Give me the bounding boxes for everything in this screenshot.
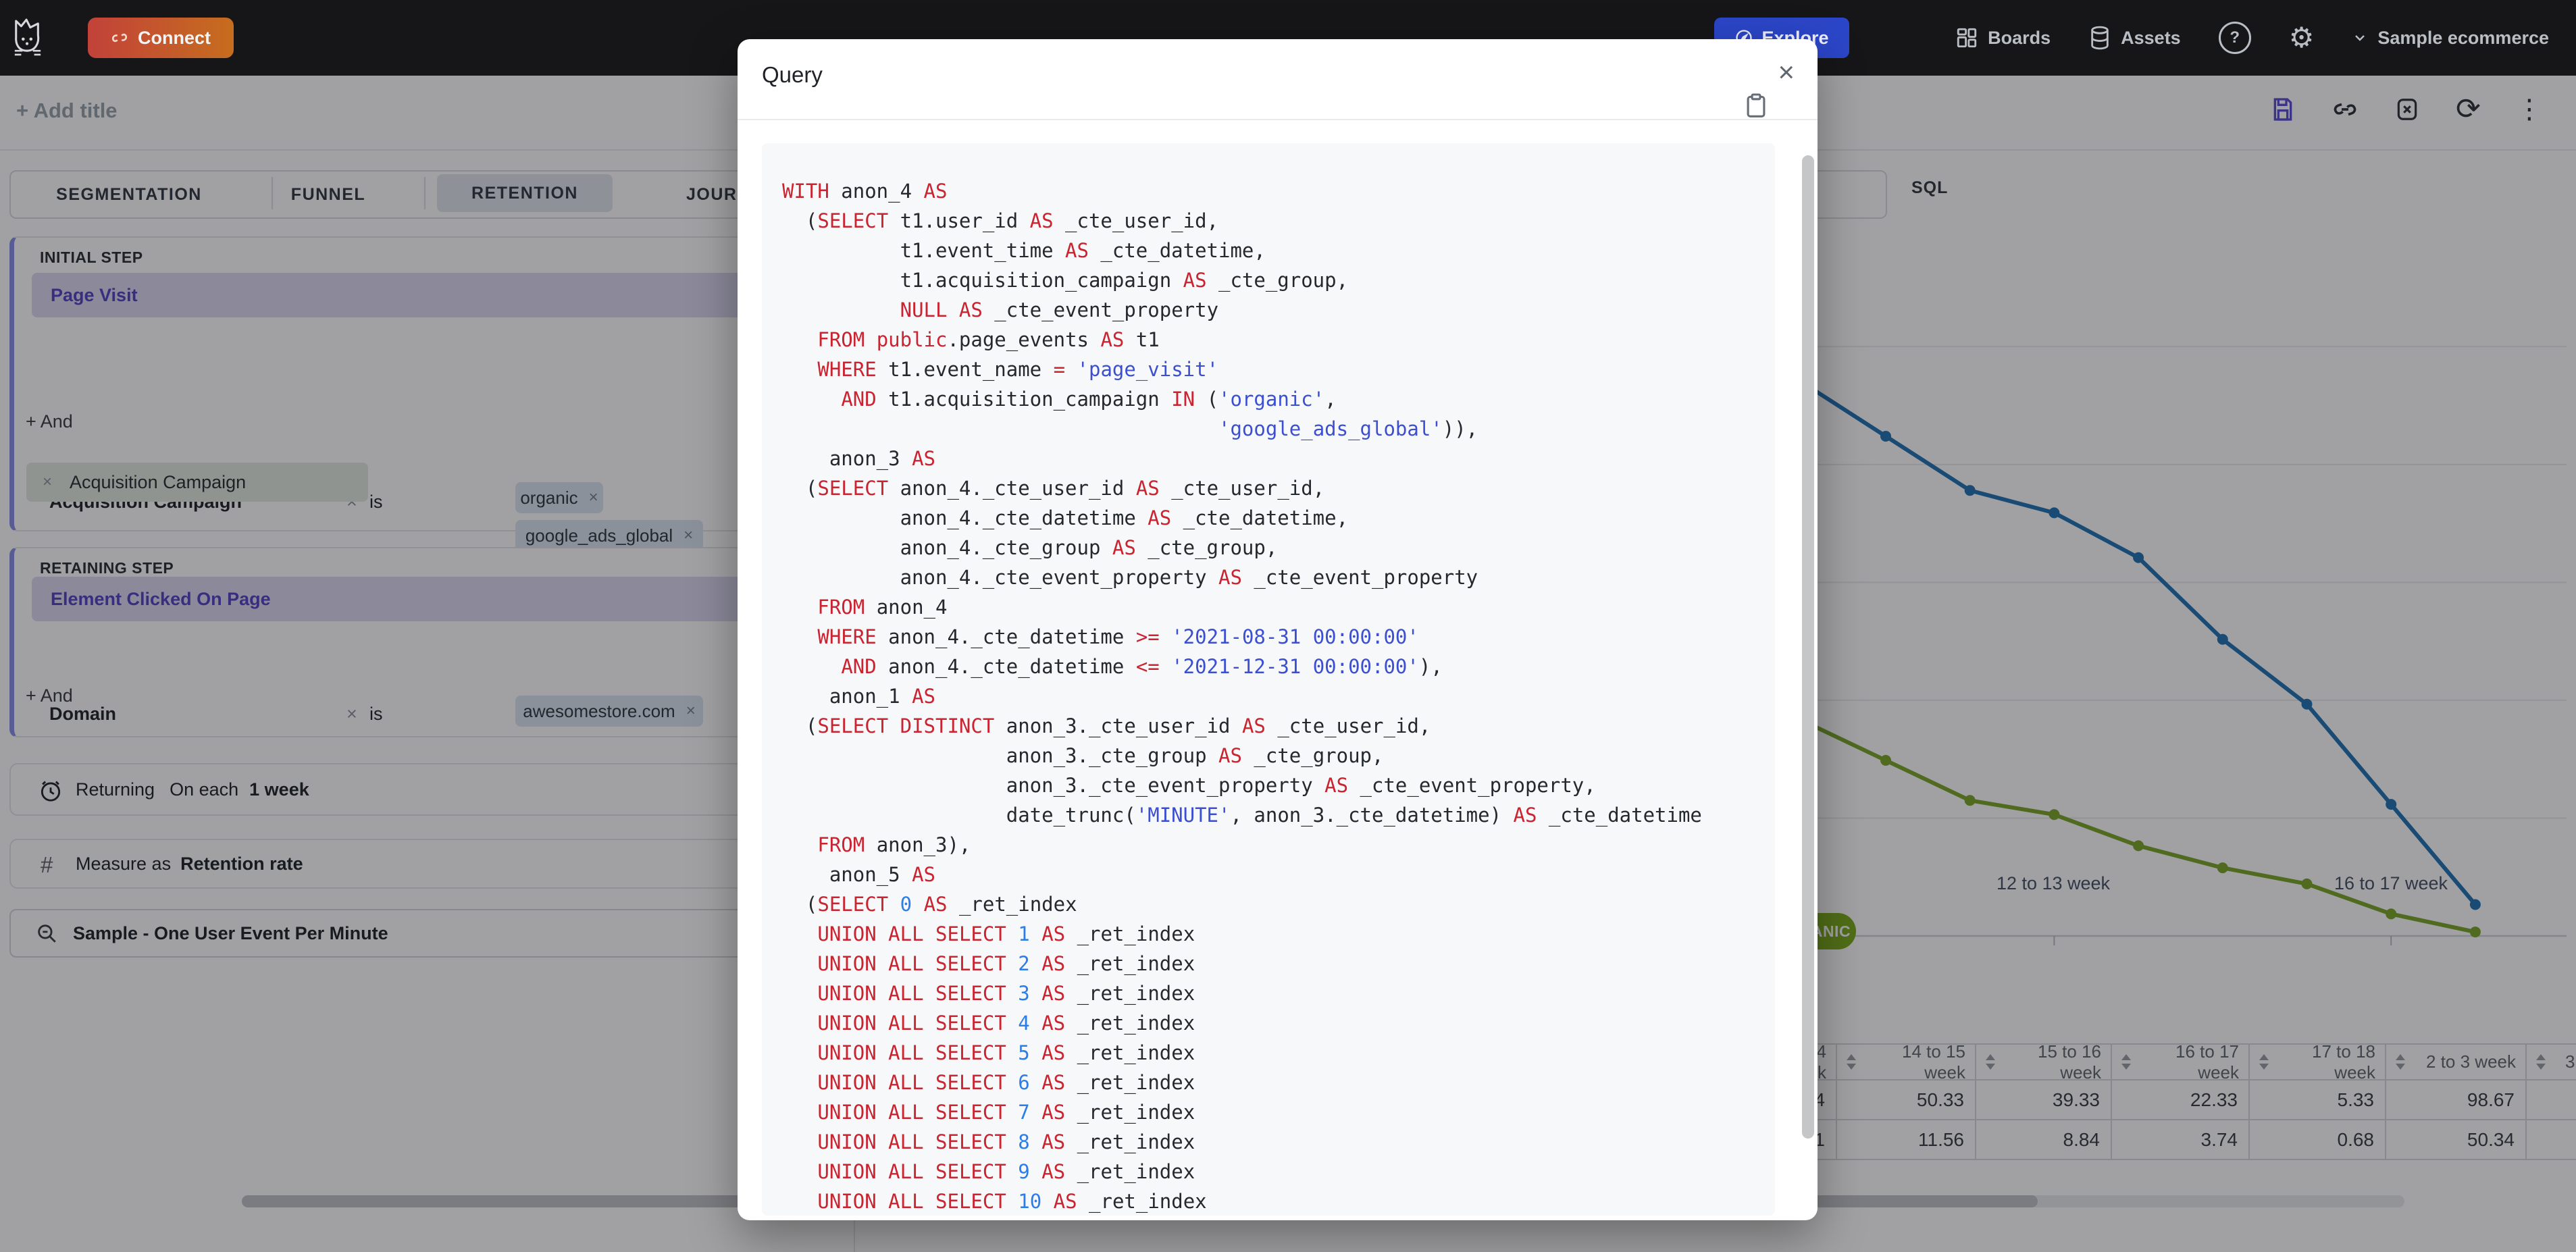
chevron-down-icon bbox=[2352, 30, 2368, 46]
sql-line: UNION ALL SELECT 7 AS _ret_index bbox=[817, 1101, 1195, 1124]
sql-line: anon_5 AS bbox=[782, 863, 935, 886]
sql-line: UNION ALL SELECT 9 AS _ret_index bbox=[817, 1160, 1195, 1183]
sql-line: UNION ALL SELECT 3 AS _ret_index bbox=[817, 982, 1195, 1005]
sql-line: date_trunc('MINUTE', anon_3._cte_datetim… bbox=[782, 804, 1702, 827]
settings-gear-icon[interactable]: ⚙ bbox=[2289, 24, 2315, 52]
sql-line: UNION ALL SELECT 8 AS _ret_index bbox=[817, 1130, 1195, 1153]
database-icon bbox=[2088, 25, 2111, 51]
sql-line: anon_4._cte_datetime AS _cte_datetime, bbox=[782, 506, 1349, 529]
sql-line: t1.event_time AS _cte_datetime, bbox=[782, 239, 1266, 262]
sql-code-block: WITH anon_4 AS (SELECT t1.user_id AS _ct… bbox=[762, 143, 1775, 1216]
sql-line: UNION ALL SELECT 10 AS _ret_index bbox=[817, 1190, 1207, 1213]
nav-boards[interactable]: Boards bbox=[1955, 26, 2051, 49]
sql-line: AND anon_4._cte_datetime <= '2021-12-31 … bbox=[841, 655, 1443, 678]
sql-line: 'google_ads_global')), bbox=[1218, 417, 1478, 440]
project-selector[interactable]: Sample ecommerce bbox=[2352, 28, 2549, 49]
copy-to-clipboard-icon[interactable] bbox=[1745, 92, 1768, 124]
project-name: Sample ecommerce bbox=[2377, 27, 2549, 48]
sql-line: UNION ALL SELECT 1 AS _ret_index bbox=[817, 922, 1195, 945]
sql-line: (SELECT 0 AS _ret_index bbox=[782, 893, 1077, 916]
sql-line: WITH anon_4 AS bbox=[782, 180, 948, 203]
help-icon[interactable]: ? bbox=[2218, 22, 2251, 54]
sql-line: anon_4._cte_event_property AS _cte_event… bbox=[782, 566, 1478, 589]
sql-line: (SELECT anon_4._cte_user_id AS _cte_user… bbox=[782, 477, 1325, 500]
boards-label: Boards bbox=[1988, 27, 2051, 48]
sql-line: anon_1 AS bbox=[782, 685, 935, 708]
sql-line: FROM anon_3), bbox=[817, 833, 971, 856]
nav-assets[interactable]: Assets bbox=[2088, 25, 2181, 51]
sql-line: UNION ALL SELECT 5 AS _ret_index bbox=[817, 1041, 1195, 1064]
sql-line: AND t1.acquisition_campaign IN ('organic… bbox=[841, 388, 1337, 411]
app-logo-cat-icon[interactable] bbox=[12, 17, 43, 59]
sql-line: t1.acquisition_campaign AS _cte_group, bbox=[782, 269, 1349, 292]
sql-line: anon_3._cte_group AS _cte_group, bbox=[782, 744, 1384, 767]
modal-header: Query × bbox=[738, 39, 1818, 120]
sql-line: NULL AS _cte_event_property bbox=[900, 298, 1219, 321]
sql-line: UNION ALL SELECT 4 AS _ret_index bbox=[817, 1012, 1195, 1035]
sql-line: (SELECT DISTINCT anon_3._cte_user_id AS … bbox=[782, 714, 1431, 737]
sql-line: WHERE anon_4._cte_datetime >= '2021-08-3… bbox=[817, 625, 1419, 648]
sql-line: UNION ALL SELECT 6 AS _ret_index bbox=[817, 1071, 1195, 1094]
close-icon[interactable]: × bbox=[1778, 58, 1795, 86]
sql-line: FROM public.page_events AS t1 bbox=[817, 328, 1160, 351]
query-modal: Query × WITH anon_4 AS (SELECT t1.user_i… bbox=[738, 39, 1818, 1220]
connect-label: Connect bbox=[138, 27, 211, 48]
sql-line: anon_3._cte_event_property AS _cte_event… bbox=[782, 774, 1596, 797]
boards-grid-icon bbox=[1955, 26, 1978, 49]
sql-line: UNION ALL SELECT 2 AS _ret_index bbox=[817, 952, 1195, 975]
sql-code[interactable]: WITH anon_4 AS (SELECT t1.user_id AS _ct… bbox=[782, 176, 1702, 1216]
sql-line: (SELECT t1.user_id AS _cte_user_id, bbox=[782, 209, 1219, 232]
modal-scrollbar-thumb[interactable] bbox=[1802, 155, 1814, 1139]
sql-line: anon_3 AS bbox=[782, 447, 935, 470]
assets-label: Assets bbox=[2121, 27, 2181, 48]
sql-line: WHERE t1.event_name = 'page_visit' bbox=[817, 358, 1219, 381]
sql-line: FROM anon_4 bbox=[817, 596, 948, 619]
connect-button[interactable]: Connect bbox=[88, 18, 234, 58]
sql-line: anon_4._cte_group AS _cte_group, bbox=[782, 536, 1278, 559]
modal-title: Query bbox=[762, 62, 823, 87]
chain-link-icon bbox=[111, 29, 128, 47]
